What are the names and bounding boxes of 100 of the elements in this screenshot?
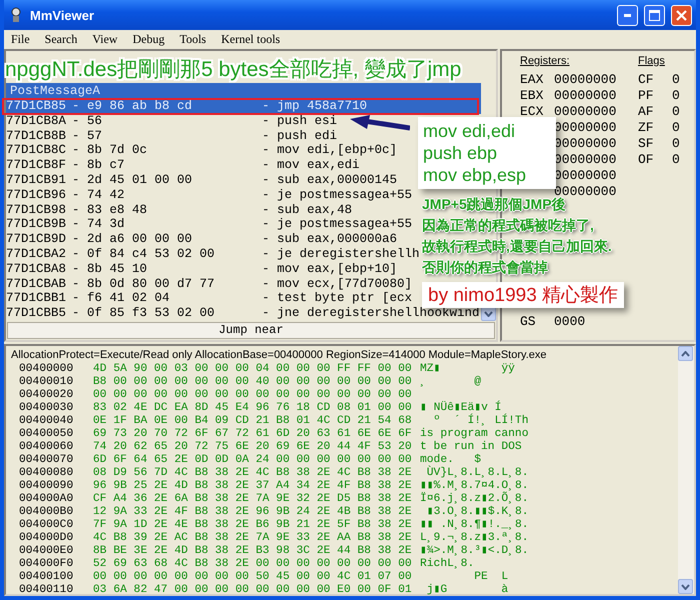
ascii-text: L¸9.¬¸8.z▮3.ª¸8. xyxy=(420,532,530,545)
menu-item[interactable]: Debug xyxy=(132,32,165,47)
ascii-text: RichL¸8. xyxy=(420,558,475,571)
instruction-text: - sub eax,000000a6 xyxy=(262,232,398,247)
annotation-title: npggNT.des把剛剛那5 bytes全部吃掉, 變成了jmp xyxy=(5,57,462,83)
caret-down-icon[interactable] xyxy=(484,310,493,316)
ascii-text: MZ▮ ÿÿ xyxy=(420,363,516,376)
hex-bytes: 52 69 63 68 4C B8 38 2E 00 00 00 00 00 00 00 00 xyxy=(93,558,413,571)
register-value: 00000000 xyxy=(554,152,616,168)
code-note: mov edi,edi xyxy=(423,120,516,142)
code-line[interactable]: 77D1CBB1 - f6 41 02 04 - test byte ptr [ecx xyxy=(6,291,412,306)
register-value: 0 xyxy=(672,88,680,104)
bytes-text: - f6 41 02 04 xyxy=(72,291,171,306)
instruction-text: - sub eax,00000145 xyxy=(262,172,398,188)
bytes-text: - 74 3d xyxy=(72,217,126,232)
instruction-text: - push esi xyxy=(262,114,338,129)
register-value: 00000000 xyxy=(554,104,616,120)
register-name: AF xyxy=(638,104,655,120)
hex-bytes: 8B BE 3E 2E 4D B8 38 2E B3 98 3C 2E 44 B8 38 2E xyxy=(93,545,413,558)
menu-item[interactable]: Kernel tools xyxy=(221,32,280,47)
address-text: 77D1CB8F xyxy=(6,158,68,173)
bytes-text: - 8b 7d 0c xyxy=(72,143,148,158)
code-line[interactable]: 77D1CB8C - 8b 7d 0c - mov edi,[ebp+0c] xyxy=(6,143,398,158)
address-text: 77D1CB85 xyxy=(6,99,68,114)
ascii-text: ▮¾>.M¸8.³▮<.D¸8. xyxy=(420,545,530,558)
window-title: MmViewer xyxy=(30,8,96,22)
address-text: 77D1CB98 xyxy=(6,202,68,218)
hex-bytes: 0E 1F BA 0E 00 B4 09 CD 21 B8 01 4C CD 21 54 68 xyxy=(93,415,413,428)
instruction-status: Jump near xyxy=(7,322,495,339)
hex-bytes: 03 6A 82 47 00 00 00 00 00 00 00 00 E0 00 0F 01 xyxy=(93,584,413,597)
register-name: OF xyxy=(638,152,655,168)
code-line[interactable]: 77D1CB98 - 83 e8 48 - sub eax,48 xyxy=(6,202,352,218)
menu-item[interactable]: View xyxy=(92,32,118,47)
bytes-text: - 83 e8 48 xyxy=(72,202,148,218)
address-text: 77D1CB8B xyxy=(6,128,68,144)
address-text: 77D1CBA2 xyxy=(6,246,68,262)
bytes-text: - 2d a6 00 00 00 xyxy=(72,232,194,247)
bytes-text: - 0f 84 c4 53 02 00 xyxy=(72,246,216,262)
address-text: 77D1CB91 xyxy=(6,172,68,188)
code-line[interactable]: 77D1CBA2 - 0f 84 c4 53 02 00 - je deregistershellh xyxy=(6,246,420,262)
hex-bytes: 08 D9 56 7D 4C B8 38 2E 4C B8 38 2E 4C B8 38 2E xyxy=(93,467,413,480)
caret-down-icon[interactable] xyxy=(681,584,690,590)
ascii-text: Ï¤6.j¸8.z▮2.Õ¸8. xyxy=(420,493,530,506)
close-button[interactable] xyxy=(671,4,692,26)
address-text: 77D1CBB1 xyxy=(6,291,68,306)
hex-bytes: 12 9A 33 2E 4F B8 38 2E 96 9B 24 2E 4B B8 38 2E xyxy=(93,506,413,519)
address-text: 00400060 xyxy=(19,441,74,454)
code-line[interactable]: 77D1CB9B - 74 3d - je postmessagea+55 xyxy=(6,217,412,232)
scrollbar[interactable] xyxy=(678,346,694,594)
menu-item[interactable]: File xyxy=(11,32,30,47)
address-text: 77D1CB8C xyxy=(6,143,68,158)
ascii-text: t be run in DOS xyxy=(420,441,523,454)
code-line[interactable]: 77D1CB9D - 2d a6 00 00 00 - sub eax,000000a6 xyxy=(6,232,398,247)
bytes-text: - 8b c7 xyxy=(72,158,126,173)
address-text: 77D1CBA8 xyxy=(6,262,68,277)
code-line[interactable]: 77D1CB91 - 2d 45 01 00 00 - sub eax,00000145 xyxy=(6,172,398,188)
scroll-up-button[interactable] xyxy=(678,346,693,361)
arrow-icon xyxy=(350,115,410,130)
address-text: 00400040 xyxy=(19,415,74,428)
ascii-text: ▮3.O¸8.▮▮$.K¸8. xyxy=(426,506,530,519)
instruction-text: - mov edi,[ebp+0c] xyxy=(262,143,398,158)
signature-label: by nimo1993 精心製作 xyxy=(422,282,624,308)
address-text: 004000A0 xyxy=(19,493,74,506)
code-line[interactable]: 77D1CB8B - 57 - push edi xyxy=(6,128,338,144)
register-value: 00000000 xyxy=(554,72,616,88)
maximize-button[interactable] xyxy=(644,4,665,26)
minimize-button[interactable] xyxy=(617,4,638,26)
register-value: 0 xyxy=(672,136,680,152)
menu-item[interactable]: Tools xyxy=(180,32,206,47)
bytes-text: - 2d 45 01 00 00 xyxy=(72,172,194,188)
code-line[interactable]: 77D1CB8F - 8b c7 - mov eax,edi xyxy=(6,158,360,173)
minimize-icon[interactable] xyxy=(624,14,631,16)
flags-heading: Flags xyxy=(638,55,666,69)
scroll-down-button[interactable] xyxy=(678,579,693,594)
address-text: 00400020 xyxy=(19,389,74,402)
instruction-text: - mov eax,[ebp+10] xyxy=(262,262,398,277)
code-note: mov ebp,esp xyxy=(423,164,528,186)
address-text: 004000D0 xyxy=(19,532,74,545)
close-icon[interactable] xyxy=(676,10,687,20)
code-line[interactable]: 77D1CBB5 - 0f 85 f3 53 02 00 - jne deregistershellhookwind xyxy=(6,306,480,321)
ascii-text: ÙV}L¸8.L¸8.L¸8. xyxy=(426,467,530,480)
bytes-text: - 8b 45 10 xyxy=(72,262,148,277)
register-value: 00000000 xyxy=(554,120,616,136)
menu-item[interactable]: Search xyxy=(44,32,78,47)
address-text: 00400100 xyxy=(19,571,74,584)
code-line[interactable]: 77D1CB8A - 56 - push esi xyxy=(6,114,338,129)
address-text: 00400090 xyxy=(19,480,74,493)
code-line[interactable]: 77D1CBAB - 8b 0d 80 00 d7 77 - mov ecx,[77d70080] xyxy=(6,276,412,292)
caret-up-icon[interactable] xyxy=(681,350,690,356)
instruction-text: - jne deregistershellhookwind xyxy=(262,306,480,321)
bytes-text: - 57 xyxy=(72,128,104,144)
code-line[interactable]: 77D1CBA8 - 8b 45 10 - mov eax,[ebp+10] xyxy=(6,262,398,277)
maximize-icon[interactable] xyxy=(649,10,660,20)
address-text: 00400080 xyxy=(19,467,74,480)
ascii-text: mode. $ xyxy=(420,454,482,466)
code-line[interactable]: 77D1CB96 - 74 42 - je postmessagea+55 xyxy=(6,188,412,203)
register-value: 00000000 xyxy=(554,88,616,104)
register-name: GS xyxy=(520,314,537,330)
instruction-text: - je postmessagea+55 xyxy=(262,217,412,232)
hex-bytes: CF A4 36 2E 6A B8 38 2E 7A 9E 32 2E D5 B8 38 2E xyxy=(93,493,413,506)
